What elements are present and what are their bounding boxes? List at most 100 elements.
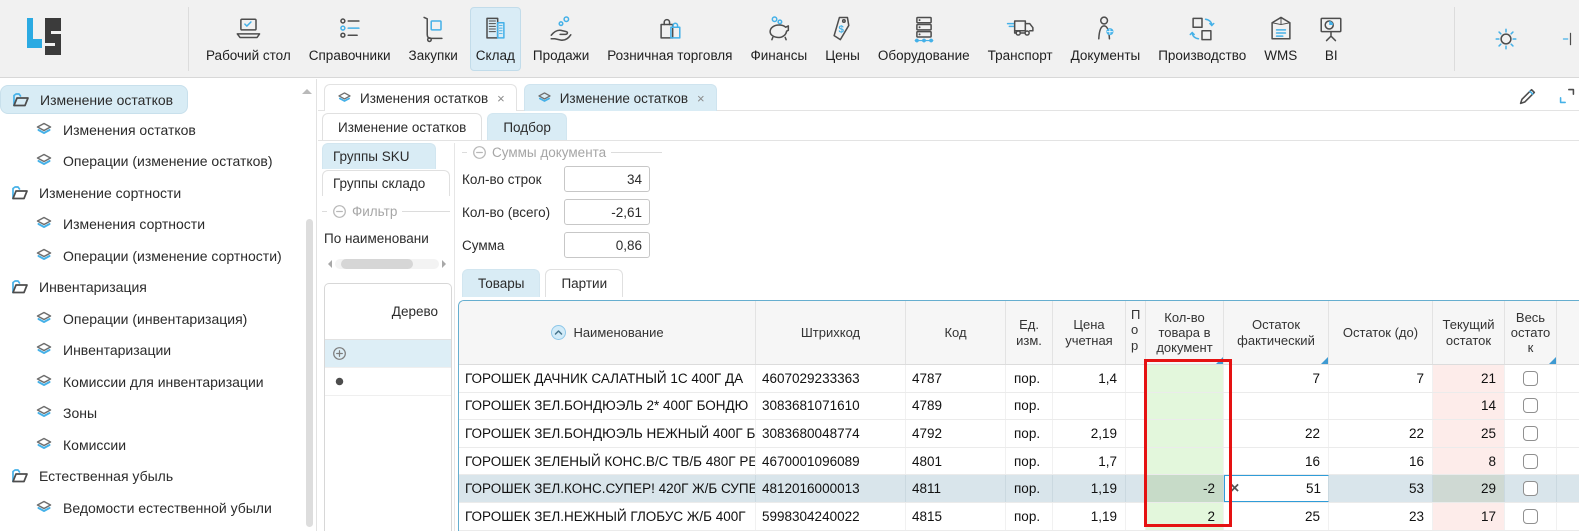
cell-unit[interactable]: пор. <box>1006 393 1053 420</box>
cell-code[interactable]: 4815 <box>906 503 1006 530</box>
cell-fact[interactable]: 22 <box>1224 420 1329 447</box>
cell-code[interactable]: 4811 <box>906 475 1006 502</box>
cell-price[interactable]: 1,19 <box>1053 503 1126 530</box>
cell-price[interactable] <box>1053 393 1126 420</box>
cell-por[interactable] <box>1126 475 1146 502</box>
cell-fact[interactable] <box>1224 393 1329 420</box>
scrollbar-track[interactable] <box>335 259 439 269</box>
table-row[interactable]: ГОРОШЕК ЗЕЛЕНЫЙ КОНС.В/С ТВ/Б 480Г РЕ467… <box>459 448 1579 476</box>
sum-field-value[interactable]: 0,86 <box>564 232 650 258</box>
column-header-current[interactable]: Текущий остаток <box>1433 301 1505 364</box>
sidebar-item[interactable]: Изменение остатков <box>0 85 188 114</box>
toolbar-item-transport[interactable]: Транспорт <box>982 7 1059 71</box>
cell-before[interactable]: 23 <box>1329 503 1433 530</box>
view-tab[interactable]: Изменение остатков <box>322 113 482 140</box>
toolbar-item-purchases[interactable]: Закупки <box>403 7 464 71</box>
sidebar-item[interactable]: Ведомости естественной убыли <box>24 492 286 524</box>
cell-before[interactable] <box>1329 393 1433 420</box>
table-row[interactable]: ГОРОШЕК ЗЕЛ.НЕЖНЫЙ ГЛОБУС Ж/Б 400Г599830… <box>459 503 1579 531</box>
cell-fact[interactable]: 16 <box>1224 448 1329 475</box>
cell-price[interactable]: 1,7 <box>1053 448 1126 475</box>
scroll-right-icon[interactable] <box>442 260 450 268</box>
checkbox[interactable] <box>1523 371 1538 386</box>
toolbar-item-finance[interactable]: Финансы <box>745 7 814 71</box>
cell-current[interactable]: 29 <box>1433 475 1505 502</box>
pencil-icon[interactable] <box>1516 86 1538 108</box>
tree-item-row[interactable] <box>325 368 451 396</box>
cell-unit[interactable]: пор. <box>1006 448 1053 475</box>
table-row[interactable]: ГОРОШЕК ЗЕЛ.БОНДЮЭЛЬ 2* 400Г БОНДЮ308368… <box>459 393 1579 421</box>
toolbar-item-retail[interactable]: Розничная торговля <box>601 7 738 71</box>
cell-name[interactable]: ГОРОШЕК ЗЕЛЕНЫЙ КОНС.В/С ТВ/Б 480Г РЕ <box>459 448 756 475</box>
scroll-left-icon[interactable] <box>324 260 332 268</box>
cell-code[interactable]: 4792 <box>906 420 1006 447</box>
cell-code[interactable]: 4801 <box>906 448 1006 475</box>
left-panel-tab[interactable]: Группы SKU <box>322 143 436 169</box>
cell-fact[interactable]: 7 <box>1224 365 1329 392</box>
cell-price[interactable]: 2,19 <box>1053 420 1126 447</box>
toolbar-item-sales[interactable]: Продажи <box>527 7 595 71</box>
cell-barcode[interactable]: 3083680048774 <box>756 420 906 447</box>
grid-tab[interactable]: Партии <box>545 269 623 297</box>
checkbox[interactable] <box>1523 509 1538 524</box>
column-header-code[interactable]: Код <box>906 301 1006 364</box>
sidebar-item[interactable]: Изменение сортности <box>0 177 195 209</box>
sidebar-item[interactable]: Изменения остатков <box>24 114 210 146</box>
toolbar-item-wms[interactable]: WMS <box>1258 7 1303 71</box>
sidebar-item[interactable]: Операции (инвентаризация) <box>24 303 261 335</box>
cell-current[interactable]: 8 <box>1433 448 1505 475</box>
sidebar-item[interactable]: Инвентаризации <box>24 335 185 367</box>
cell-name[interactable]: ГОРОШЕК ДАЧНИК САЛАТНЫЙ 1С 400Г ДА <box>459 365 756 392</box>
cell-barcode[interactable]: 5998304240022 <box>756 503 906 530</box>
collapse-icon[interactable] <box>472 145 487 160</box>
cell-por[interactable] <box>1126 448 1146 475</box>
sidebar-scrollbar[interactable] <box>306 219 313 527</box>
cell-price[interactable]: 1,4 <box>1053 365 1126 392</box>
toolbar-item-bi[interactable]: BI <box>1309 7 1353 71</box>
sidebar-item[interactable]: Инвентаризация <box>0 272 161 304</box>
checkbox[interactable] <box>1523 426 1538 441</box>
sidebar-item[interactable]: Комиссии <box>24 429 140 461</box>
toolbar-item-production[interactable]: Производство <box>1152 7 1252 71</box>
left-panel-tab[interactable]: Группы складо <box>322 170 450 196</box>
cell-por[interactable] <box>1126 420 1146 447</box>
sidebar-item[interactable]: Операции (изменение остатков) <box>24 146 287 178</box>
table-row[interactable]: ГОРОШЕК ЗЕЛ.КОНС.СУПЕР! 420Г Ж/Б СУПЕ481… <box>459 475 1579 503</box>
cell-por[interactable] <box>1126 365 1146 392</box>
cell-por[interactable] <box>1126 503 1146 530</box>
cell-before[interactable]: 22 <box>1329 420 1433 447</box>
tree-column-header[interactable]: Дерево <box>325 284 451 340</box>
cell-barcode[interactable]: 4670001096089 <box>756 448 906 475</box>
cell-before[interactable]: 53 <box>1329 475 1433 502</box>
cell-current[interactable]: 14 <box>1433 393 1505 420</box>
column-header-unit[interactable]: Ед. изм. <box>1006 301 1053 364</box>
cell-fact[interactable]: 25 <box>1224 503 1329 530</box>
view-tab[interactable]: Подбор <box>487 113 567 140</box>
column-header-price[interactable]: Цена учетная <box>1053 301 1126 364</box>
table-row[interactable]: ГОРОШЕК ДАЧНИК САЛАТНЫЙ 1С 400Г ДА460702… <box>459 365 1579 393</box>
column-header-name[interactable]: Наименование <box>459 301 756 364</box>
cell-name[interactable]: ГОРОШЕК ЗЕЛ.БОНДЮЭЛЬ 2* 400Г БОНДЮ <box>459 393 756 420</box>
checkbox[interactable] <box>1523 398 1538 413</box>
cell-code[interactable]: 4789 <box>906 393 1006 420</box>
toolbar-item-warehouse[interactable]: Склад <box>470 7 521 71</box>
sun-icon[interactable] <box>1490 23 1522 55</box>
cell-barcode[interactable]: 4812016000013 <box>756 475 906 502</box>
toolbar-item-references[interactable]: Справочники <box>303 7 397 71</box>
cell-before[interactable]: 7 <box>1329 365 1433 392</box>
column-header-before[interactable]: Остаток (до) <box>1329 301 1433 364</box>
toolbar-item-documents[interactable]: Документы <box>1065 7 1147 71</box>
table-row[interactable]: ГОРОШЕК ЗЕЛ.БОНДЮЭЛЬ НЕЖНЫЙ 400Г Б308368… <box>459 420 1579 448</box>
scrollbar-thumb[interactable] <box>341 259 413 269</box>
document-tab[interactable]: Изменения остатков× <box>324 84 517 111</box>
sidebar-item[interactable]: Операции (изменение сортности) <box>24 240 296 272</box>
sidebar-item[interactable]: Комиссии для инвентаризации <box>24 366 278 398</box>
sidebar-item[interactable]: Изменения сортности <box>24 209 219 241</box>
column-header-barcode[interactable]: Штрихкод <box>756 301 906 364</box>
column-header-qty[interactable]: Кол-во товара в документ <box>1146 301 1224 364</box>
sum-field-value[interactable]: 34 <box>564 166 650 192</box>
expand-icon[interactable] <box>1556 85 1578 107</box>
grid-tab[interactable]: Товары <box>462 269 540 297</box>
toolbar-item-equipment[interactable]: Оборудование <box>872 7 976 71</box>
cell-barcode[interactable]: 3083681071610 <box>756 393 906 420</box>
